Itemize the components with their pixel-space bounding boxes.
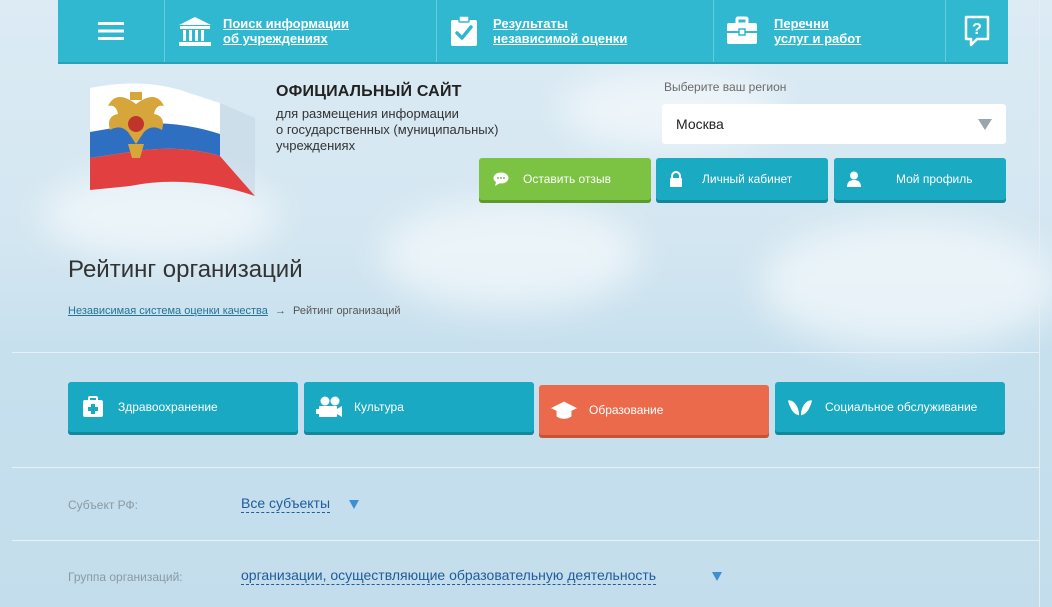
page-title: Рейтинг организаций: [68, 256, 303, 283]
my-profile-label[interactable]: Мой профиль: [896, 172, 973, 186]
menu-button[interactable]: [58, 0, 164, 62]
nav-link-line[interactable]: независимой оценки: [493, 31, 627, 46]
feedback-button-label[interactable]: Оставить отзыв: [523, 172, 611, 186]
speech-bubble-icon: [491, 169, 511, 189]
nav-item-assessment-results[interactable]: Результаты независимой оценки: [436, 0, 713, 62]
user-icon: [844, 169, 864, 189]
region-label: Выберите ваш регион: [664, 80, 787, 94]
category-healthcare-label[interactable]: Здравоохранение: [118, 400, 218, 414]
help-icon: ?: [964, 15, 990, 47]
section-divider: [12, 540, 1040, 541]
subject-filter-label: Субъект РФ:: [68, 498, 138, 512]
breadcrumb-separator: →: [274, 305, 286, 317]
group-filter-label: Группа организаций:: [68, 570, 183, 584]
check-clipboard-icon: [451, 15, 477, 46]
film-camera-icon: [316, 394, 342, 420]
site-subtitle-line: для размещения информации: [276, 106, 459, 121]
region-select[interactable]: Москва: [662, 104, 1006, 144]
group-filter-dropdown[interactable]: организации, осуществляющие образователь…: [241, 567, 657, 585]
nav-item-search-institutions[interactable]: Поиск информации об учреждениях: [164, 0, 436, 62]
russian-flag-emblem-logo: [90, 83, 255, 196]
caret-down-icon[interactable]: [349, 500, 359, 509]
lock-icon: [666, 169, 686, 189]
category-culture-label[interactable]: Культура: [354, 400, 404, 414]
help-icon-glyph: ?: [972, 21, 982, 38]
nav-link-line[interactable]: Поиск информации: [223, 16, 349, 31]
building-icon: [179, 17, 211, 46]
personal-cabinet-button[interactable]: Личный кабинет: [656, 158, 828, 200]
cloud-decoration: [380, 200, 640, 310]
section-divider: [12, 467, 1040, 468]
site-subtitle-line: учреждениях: [276, 138, 356, 153]
nav-link-line[interactable]: Перечни: [774, 16, 861, 31]
section-divider: [12, 352, 1040, 353]
category-social-services-label[interactable]: Социальное обслуживание: [825, 400, 977, 414]
briefcase-icon: [727, 16, 757, 44]
site-subtitle: для размещения информации о государствен…: [276, 106, 576, 154]
nav-link-line[interactable]: об учреждениях: [223, 31, 349, 46]
graduation-cap-icon: [551, 397, 577, 423]
nav-link-text[interactable]: Перечни услуг и работ: [774, 16, 861, 46]
helping-hands-icon: [787, 394, 813, 420]
nav-link-line[interactable]: Результаты: [493, 16, 627, 31]
feedback-button[interactable]: Оставить отзыв: [479, 158, 651, 200]
breadcrumb-link-quality-system[interactable]: Независимая система оценки качества: [68, 305, 268, 317]
chevron-down-icon[interactable]: [978, 119, 992, 130]
top-navigation: Поиск информации об учреждениях Результа…: [58, 0, 1008, 62]
breadcrumb: Независимая система оценки качества → Ре…: [68, 305, 401, 317]
personal-cabinet-label[interactable]: Личный кабинет: [702, 172, 792, 186]
breadcrumb-current: Рейтинг организаций: [293, 305, 401, 317]
nav-link-text[interactable]: Результаты независимой оценки: [493, 16, 627, 46]
hamburger-icon: [98, 22, 124, 40]
category-social-services-button[interactable]: Социальное обслуживание: [775, 382, 1005, 432]
help-button[interactable]: ?: [945, 0, 1008, 62]
medical-kit-icon: [80, 394, 106, 420]
category-culture-button[interactable]: Культура: [304, 382, 534, 432]
nav-link-line[interactable]: услуг и работ: [774, 31, 861, 46]
caret-down-icon[interactable]: [712, 572, 722, 581]
region-selected-value[interactable]: Москва: [676, 116, 724, 132]
page-background: Поиск информации об учреждениях Результа…: [0, 0, 1052, 607]
subject-filter-dropdown[interactable]: Все субъекты: [241, 495, 331, 513]
category-education-label[interactable]: Образование: [589, 403, 663, 417]
nav-link-text[interactable]: Поиск информации об учреждениях: [223, 16, 349, 46]
nav-item-service-lists[interactable]: Перечни услуг и работ: [713, 0, 945, 62]
cloud-decoration: [760, 220, 1052, 350]
site-title: ОФИЦИАЛЬНЫЙ САЙТ: [276, 83, 462, 100]
category-healthcare-button[interactable]: Здравоохранение: [68, 382, 298, 432]
site-subtitle-line: о государственных (муниципальных): [276, 122, 499, 137]
my-profile-button[interactable]: Мой профиль: [834, 158, 1006, 200]
category-education-button[interactable]: Образование: [539, 385, 769, 435]
